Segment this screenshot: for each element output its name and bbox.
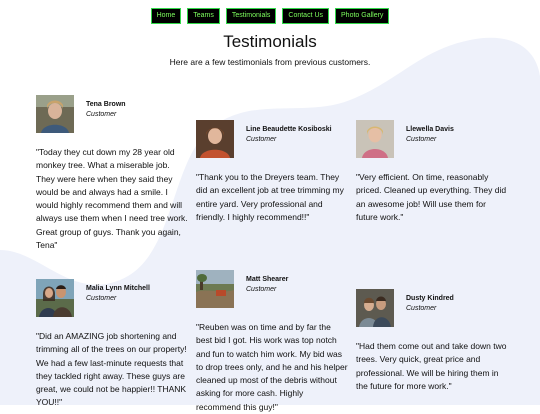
nav-contact-us-link[interactable]: Contact Us	[282, 8, 330, 24]
customer-photo	[356, 289, 394, 327]
customer-name: Llewella Davis	[406, 126, 454, 133]
customer-photo	[36, 95, 74, 133]
testimonial-quote: "Thank you to the Dreyers team. They did…	[196, 172, 344, 222]
customer-photo	[196, 120, 234, 158]
customer-role: Customer	[246, 286, 277, 293]
testimonial-quote: "Did an AMAZING job shortening and trimm…	[36, 331, 187, 408]
testimonial-quote: "Reuben was on time and by far the best …	[196, 322, 348, 412]
nav-testimonials-link[interactable]: Testimonials	[225, 8, 277, 24]
page-title: Testimonials	[223, 32, 317, 51]
customer-name: Line Beaudette Kosiboski	[246, 126, 332, 133]
customer-photo	[196, 270, 234, 308]
main-nav: Home Teams Testimonials Contact Us Photo…	[0, 8, 540, 24]
testimonial-quote: "Today they cut down my 28 year old monk…	[36, 147, 188, 251]
page-subtitle: Here are a few testimonials from previou…	[169, 57, 371, 67]
nav-photo-gallery-link[interactable]: Photo Gallery	[335, 8, 390, 24]
customer-name: Tena Brown	[86, 101, 126, 108]
customer-name: Malia Lynn Mitchell	[86, 285, 150, 292]
testimonial-quote: "Very efficient. On time, reasonably pri…	[356, 172, 507, 222]
customer-role: Customer	[406, 136, 437, 143]
nav-teams-link[interactable]: Teams	[187, 8, 220, 24]
customer-name: Dusty Kindred	[406, 295, 454, 302]
testimonial-quote: "Had them come out and take down two tre…	[356, 341, 507, 391]
customer-photo	[356, 120, 394, 158]
customer-role: Customer	[406, 305, 437, 312]
customer-role: Customer	[246, 136, 277, 143]
nav-home-link[interactable]: Home	[150, 8, 182, 24]
customer-role: Customer	[86, 111, 117, 118]
customer-name: Matt Shearer	[246, 276, 289, 283]
customer-role: Customer	[86, 295, 117, 302]
customer-photo	[36, 279, 74, 317]
